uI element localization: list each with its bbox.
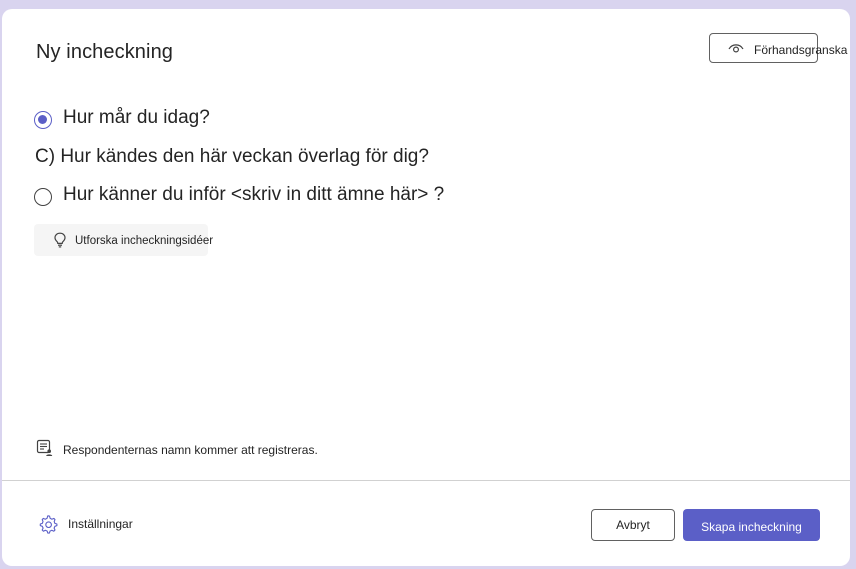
eye-icon: [728, 44, 744, 53]
radio-button[interactable]: [34, 188, 52, 206]
lightbulb-icon: [54, 232, 66, 248]
dialog-title: Ny incheckning: [36, 41, 174, 63]
form-person-icon: [36, 439, 53, 456]
cancel-button[interactable]: Avbryt: [591, 509, 675, 541]
footer-divider: [2, 480, 850, 481]
preview-button-label: Förhandsgranska: [754, 43, 848, 57]
respondent-names-notice: Respondenternas namn kommer att registre…: [63, 443, 318, 457]
explore-checkin-ideas-button[interactable]: Utforska incheckningsidéer: [34, 224, 213, 256]
question-text: C) Hur kändes den här veckan överlag för…: [35, 146, 429, 167]
gear-icon: [39, 515, 58, 534]
question-text: Hur mår du idag?: [63, 107, 210, 128]
settings-label: Inställningar: [68, 517, 133, 531]
create-checkin-button[interactable]: Skapa incheckning: [683, 509, 820, 541]
new-checkin-dialog: Ny incheckning Förhandsgranska Hur mår d…: [2, 9, 850, 566]
question-text: Hur känner du inför <skriv in ditt ämne …: [63, 184, 445, 205]
explore-button-label: Utforska incheckningsidéer: [75, 235, 214, 247]
radio-button-selected[interactable]: [34, 111, 52, 129]
preview-button[interactable]: Förhandsgranska: [709, 33, 847, 63]
